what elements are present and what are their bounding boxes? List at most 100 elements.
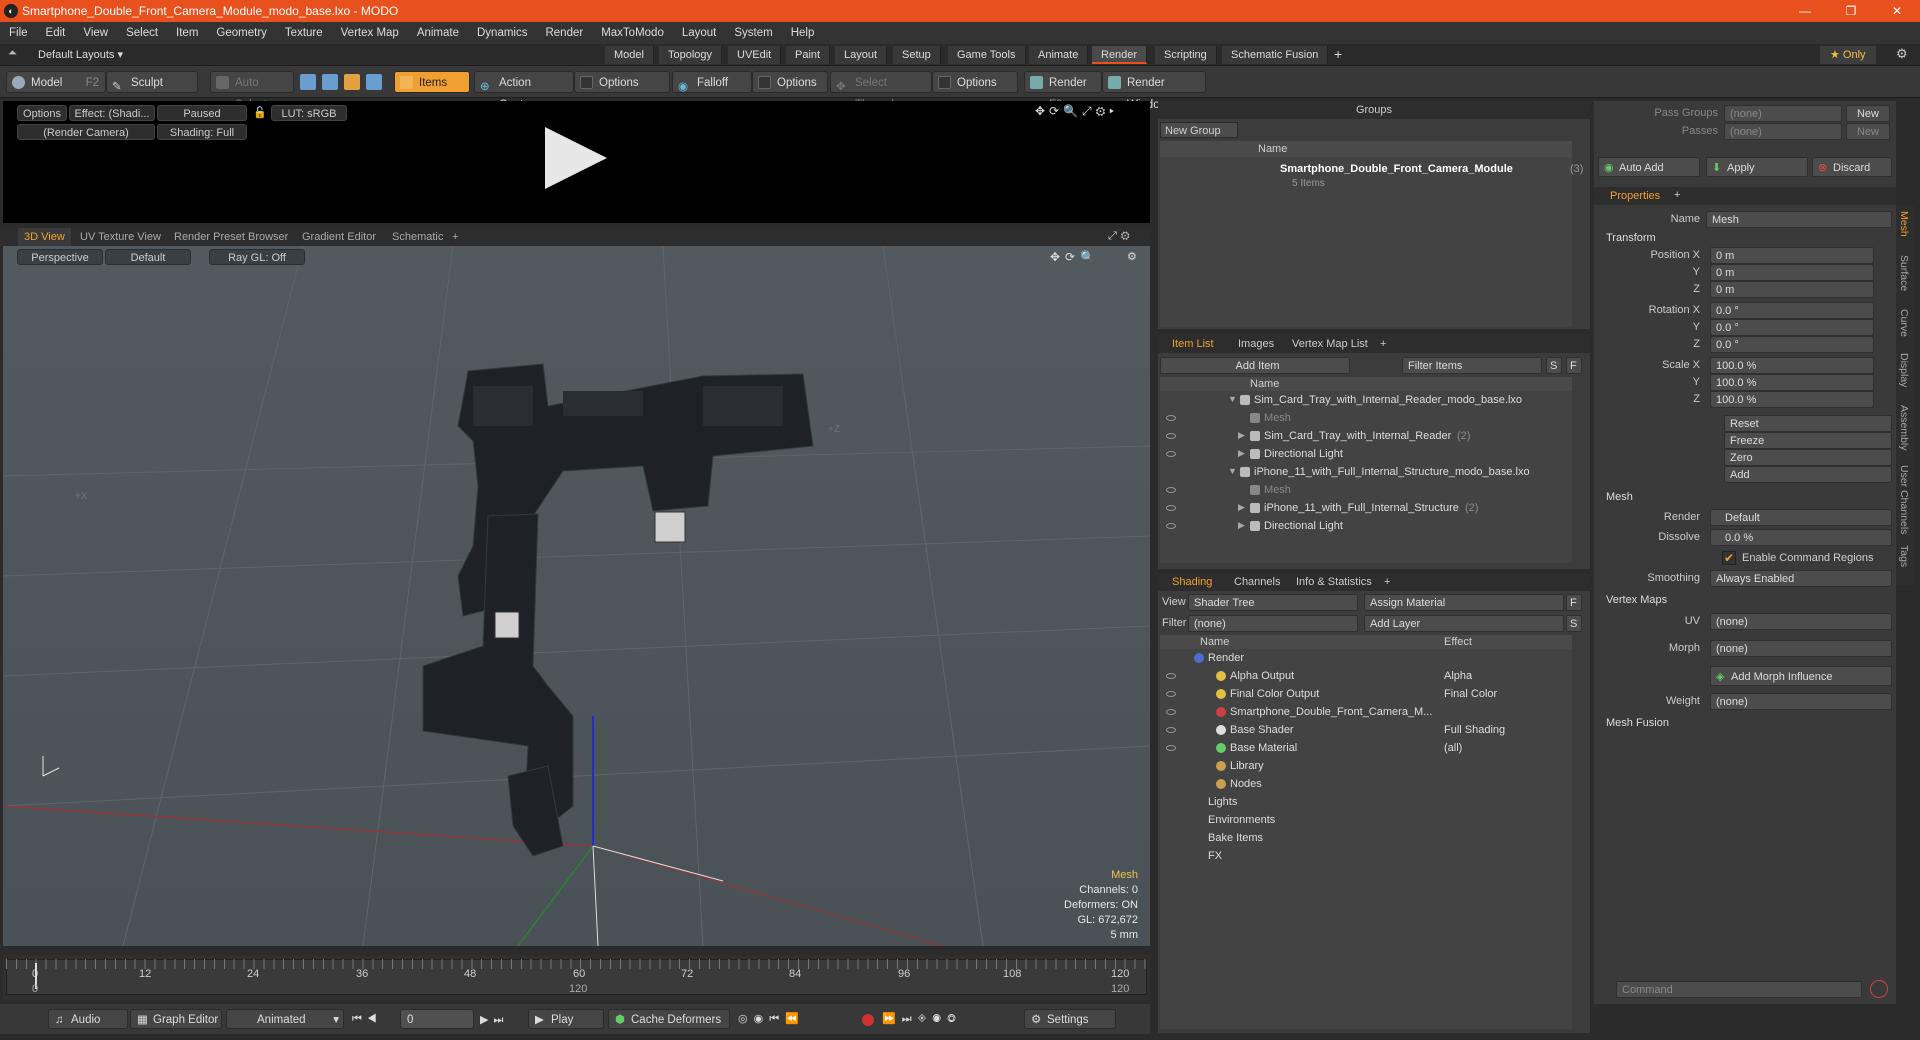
add-dropdown[interactable]: Add (1724, 466, 1892, 483)
expand-arrow-icon[interactable]: ▶ (1238, 430, 1245, 441)
weight-dropdown[interactable]: (none) (1710, 693, 1892, 710)
minimize-button[interactable]: — (1782, 0, 1828, 22)
paused-button[interactable]: Paused (157, 105, 247, 121)
viewport-navigation-controls[interactable]: ✥⟳🔍 (1050, 250, 1100, 264)
add-morph-influence-button[interactable]: ◈ Add Morph Influence (1710, 666, 1892, 686)
tab-setup[interactable]: Setup (893, 46, 941, 64)
item-list-row[interactable]: ▶ Directional Light (1160, 445, 1572, 463)
eye-icon[interactable] (1166, 415, 1176, 421)
new-group-button[interactable]: New Group (1160, 122, 1238, 138)
tab-scripting[interactable]: Scripting (1155, 46, 1217, 64)
eye-icon[interactable] (1166, 487, 1176, 493)
render-camera-dropdown[interactable]: (Render Camera) (17, 124, 155, 140)
menu-layout[interactable]: Layout (673, 22, 726, 44)
shader-tree-row[interactable]: Environments (1160, 811, 1572, 829)
menu-file[interactable]: File (0, 22, 37, 44)
shader-tree-row[interactable]: Smartphone_Double_Front_Camera_M... (1160, 703, 1572, 721)
eye-icon[interactable] (1166, 709, 1176, 715)
shader-tree-row[interactable]: Alpha Output Alpha (1160, 667, 1572, 685)
render-options-button[interactable]: Options (17, 105, 67, 121)
pass-groups-dropdown[interactable]: (none) (1724, 105, 1842, 122)
side-tab-surface[interactable]: Surface (1898, 255, 1910, 291)
discard-button[interactable]: ⊗ Discard (1812, 157, 1892, 177)
tab-render-preset-browser[interactable]: Render Preset Browser (168, 228, 294, 246)
3d-viewport[interactable]: Perspective Default Ray GL: Off ✥⟳🔍 ⚙ +X… (3, 246, 1150, 946)
assign-material-button[interactable]: Assign Material (1364, 594, 1564, 611)
effect-dropdown[interactable]: Effect: (Shadi... (69, 105, 155, 121)
eye-icon[interactable] (1166, 505, 1176, 511)
vertex-select-icon[interactable] (300, 74, 316, 90)
viewport-settings-gear-icon[interactable]: ⚙ (1127, 250, 1137, 263)
expand-arrow-icon[interactable]: ▶ (1238, 502, 1245, 513)
default-style-dropdown[interactable]: Default (105, 249, 191, 265)
freeze-dropdown[interactable]: Freeze (1724, 432, 1892, 449)
lock-icon[interactable]: 🔓 (253, 106, 267, 119)
name-field[interactable]: Mesh (1706, 211, 1892, 228)
key-nav-controls[interactable]: ⏩⏭◈◉◎ (882, 1012, 962, 1026)
falloff-options-button[interactable]: Options (752, 71, 828, 93)
viewport-tab-controls[interactable]: ⤢⚙ (1108, 230, 1134, 243)
action-center-options-button[interactable]: Options (574, 71, 670, 93)
shader-tree-dropdown[interactable]: Shader Tree (1188, 594, 1358, 611)
shader-effect-value[interactable]: (all) (1444, 742, 1462, 754)
items-mode-button[interactable]: Items (394, 71, 470, 93)
shading-s-button[interactable]: S (1566, 615, 1582, 632)
auto-select-button[interactable]: Auto Select (210, 71, 294, 111)
smoothing-dropdown[interactable]: Always Enabled (1710, 570, 1892, 587)
tab-uv-texture-view[interactable]: UV Texture View (74, 228, 167, 246)
model-mode-button[interactable]: Model F2 (6, 71, 106, 93)
tab-channels[interactable]: Channels (1234, 573, 1280, 591)
add-props-tab-button[interactable]: + (1674, 189, 1680, 201)
render-window-button[interactable]: Render Window (1102, 71, 1206, 111)
item-list-row[interactable]: ▶ iPhone_11_with_Full_Internal_Structure (… (1160, 499, 1572, 517)
add-layer-dropdown[interactable]: Add Layer (1364, 615, 1564, 632)
menu-system[interactable]: System (725, 22, 781, 44)
apply-button[interactable]: ⬇ Apply (1706, 157, 1808, 177)
rotation-z-field[interactable]: 0.0 ° (1710, 336, 1874, 353)
skip-controls[interactable]: ⏮◀ (352, 1013, 382, 1026)
morph-dropdown[interactable]: (none) (1710, 640, 1892, 657)
auto-add-button[interactable]: ◉ Auto Add (1598, 157, 1700, 177)
new-pass-button[interactable]: New (1846, 123, 1890, 140)
enable-command-regions-checkbox[interactable]: ✔ (1722, 551, 1736, 565)
reset-dropdown[interactable]: Reset (1724, 415, 1892, 432)
eye-icon[interactable] (1166, 523, 1176, 529)
filter-items-input[interactable]: Filter Items (1402, 357, 1542, 374)
material-select-icon[interactable] (366, 74, 382, 90)
tab-vertex-map-list[interactable]: Vertex Map List (1292, 335, 1368, 353)
shader-effect-value[interactable]: Final Color (1444, 688, 1497, 700)
mesh-section[interactable]: Mesh (1606, 491, 1633, 503)
eye-icon[interactable] (1166, 451, 1176, 457)
expand-arrow-icon[interactable]: ▼ (1228, 394, 1237, 404)
only-toggle[interactable]: ★ Only (1820, 46, 1876, 64)
close-button[interactable]: ✕ (1874, 0, 1920, 22)
maximize-button[interactable]: ❐ (1828, 0, 1874, 22)
timeline[interactable]: 0 12 24 36 48 60 72 84 96 108 120 0 120 … (3, 955, 1150, 1000)
mesh-fusion-section[interactable]: Mesh Fusion (1606, 717, 1669, 729)
play-button[interactable]: ▶ Play (528, 1009, 604, 1029)
tab-images[interactable]: Images (1238, 335, 1274, 353)
shading-f-button[interactable]: F (1566, 594, 1582, 611)
passes-dropdown[interactable]: (none) (1724, 123, 1842, 140)
raygl-dropdown[interactable]: Ray GL: Off (209, 249, 305, 265)
settings-button[interactable]: ⚙ Settings (1024, 1009, 1116, 1029)
sculpt-button[interactable]: ✎ Sculpt (106, 71, 198, 93)
scale-z-field[interactable]: 100.0 % (1710, 391, 1874, 408)
add-viewport-tab-button[interactable]: + (446, 228, 464, 246)
menu-animate[interactable]: Animate (408, 22, 468, 44)
tab-properties[interactable]: Properties (1610, 190, 1660, 202)
render-dropdown[interactable]: Default (1710, 509, 1892, 526)
audio-button[interactable]: ♫ Audio (48, 1009, 128, 1029)
items-f-button[interactable]: F (1566, 357, 1582, 374)
cache-deformers-button[interactable]: ⬢ Cache Deformers (608, 1009, 730, 1029)
side-tab-tags[interactable]: Tags (1898, 545, 1910, 567)
gear-icon[interactable]: ⚙ (1896, 46, 1908, 62)
position-x-field[interactable]: 0 m (1710, 247, 1874, 264)
menu-maxtomodo[interactable]: MaxToModo (592, 22, 673, 44)
expand-arrow-icon[interactable]: ▶ (1238, 520, 1245, 531)
tab-item-list[interactable]: Item List (1172, 335, 1214, 353)
eye-icon[interactable] (1166, 691, 1176, 697)
item-list-row[interactable]: ▼ iPhone_11_with_Full_Internal_Structure_… (1160, 463, 1572, 481)
shader-tree-row[interactable]: FX (1160, 847, 1572, 865)
item-list-row[interactable]: ▶ Sim_Card_Tray_with_Internal_Reader (2) (1160, 427, 1572, 445)
